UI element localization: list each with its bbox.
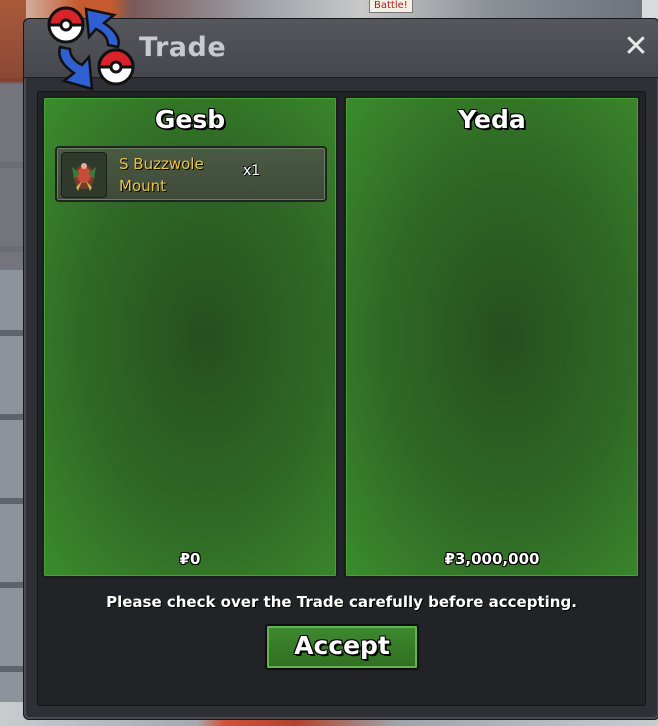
- buzzwole-sprite-icon: [61, 152, 107, 198]
- trade-panel-gesb: Gesb S Buzzwole Mount x1 ₽0: [42, 96, 338, 578]
- trade-arrows-icon: [47, 6, 135, 91]
- accept-button[interactable]: Accept: [265, 624, 419, 670]
- item-quantity: x1: [243, 163, 261, 179]
- money-offer: ₽3,000,000: [444, 550, 540, 568]
- trade-notice: Please check over the Trade carefully be…: [106, 593, 577, 611]
- trade-item-row[interactable]: S Buzzwole Mount x1: [55, 146, 327, 202]
- trade-window: Trade ✕ Gesb S Buzzwole Mount x1 ₽0 Yeda…: [23, 6, 658, 720]
- money-offer: ₽0: [179, 550, 201, 568]
- close-button[interactable]: ✕: [621, 32, 651, 63]
- player-name: Yeda: [458, 105, 526, 134]
- trade-panel-yeda: Yeda ₽3,000,000: [344, 96, 640, 578]
- player-name: Gesb: [154, 105, 226, 134]
- item-name: S Buzzwole Mount: [119, 155, 204, 195]
- window-title: Trade: [139, 32, 227, 63]
- battle-label: Battle!: [369, 0, 413, 13]
- trade-content-area: Gesb S Buzzwole Mount x1 ₽0 Yeda ₽3,000,…: [37, 91, 646, 706]
